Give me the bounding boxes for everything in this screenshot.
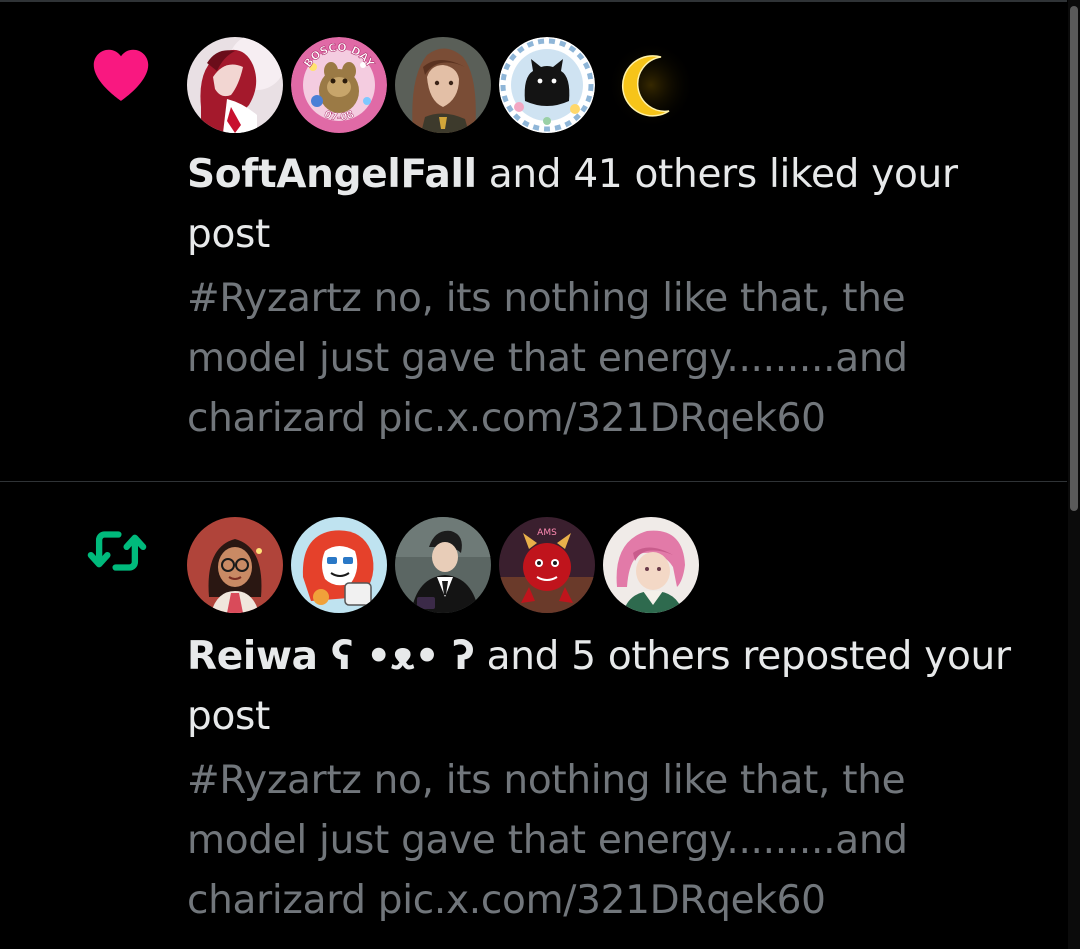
post-snippet-line: #Ryzartz no, its nothing like that, the: [187, 276, 906, 321]
avatar-pink-hair-character[interactable]: [603, 517, 699, 613]
like-summary: SoftAngelFall and 41 others liked your p…: [187, 145, 1047, 265]
post-snippet-line: #Ryzartz no, its nothing like that, the: [187, 758, 906, 803]
post-snippet[interactable]: #Ryzartz no, its nothing like that, the …: [187, 751, 1007, 931]
repost-notification[interactable]: AMS Reiwa ʕ •ᴥ• ʔ and 5 others reposted …: [0, 482, 1067, 949]
repost-summary: Reiwa ʕ •ᴥ• ʔ and 5 others reposted your…: [187, 627, 1047, 747]
post-snippet-line: charizard pic.x.com/321DRqek60: [187, 878, 826, 923]
like-notification[interactable]: BOSCO DAY 07-08 SoftAngelFall and 41 oth…: [0, 0, 1067, 481]
avatar-red-horned-creature[interactable]: AMS: [499, 517, 595, 613]
post-snippet-line: model just gave that energy.........and: [187, 818, 908, 863]
avatar-glasses-person[interactable]: [187, 517, 283, 613]
heart-icon: [88, 42, 154, 108]
creature-avatar-text: AMS: [537, 528, 557, 538]
avatar-crescent-moon[interactable]: [603, 37, 699, 133]
avatar-red-furry-character[interactable]: [291, 517, 387, 613]
liker-avatars: BOSCO DAY 07-08: [187, 37, 707, 133]
avatar-bosco-day-badge[interactable]: BOSCO DAY 07-08: [291, 37, 387, 133]
scrollbar-thumb[interactable]: [1070, 6, 1078, 511]
avatar-black-cat[interactable]: [499, 37, 595, 133]
post-snippet-line: model just gave that energy.........and: [187, 336, 908, 381]
actor-name-link[interactable]: SoftAngelFall: [187, 152, 477, 197]
actor-name-link[interactable]: Reiwa ʕ •ᴥ• ʔ: [187, 634, 475, 679]
avatar-brown-hair-character[interactable]: [395, 37, 491, 133]
post-snippet-line: charizard pic.x.com/321DRqek60: [187, 396, 826, 441]
reposter-avatars: AMS: [187, 517, 707, 613]
notifications-feed: BOSCO DAY 07-08 SoftAngelFall and 41 oth…: [0, 0, 1067, 949]
repost-icon: [84, 518, 150, 584]
avatar-red-hair-character[interactable]: [187, 37, 283, 133]
post-snippet[interactable]: #Ryzartz no, its nothing like that, the …: [187, 269, 1007, 449]
avatar-suit-character[interactable]: [395, 517, 491, 613]
scrollbar[interactable]: [1068, 0, 1080, 949]
